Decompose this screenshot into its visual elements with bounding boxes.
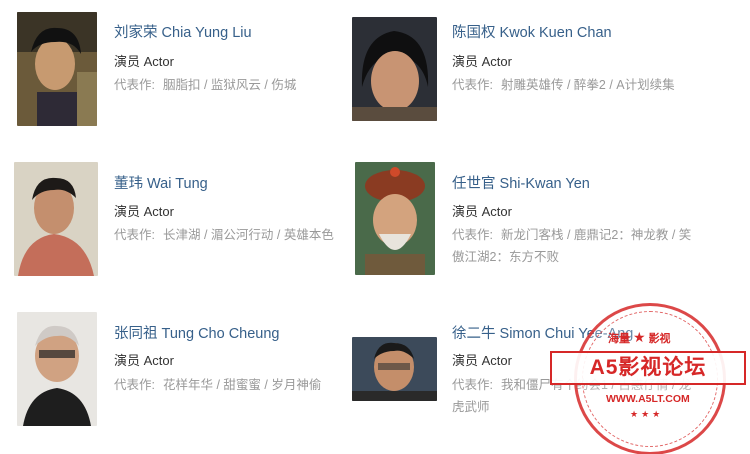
actor-photo[interactable] <box>14 162 98 276</box>
stamp-stars-icon: ★★★ <box>630 409 664 419</box>
actor-photo-image <box>352 17 437 121</box>
actor-works: 代表作: 花样年华 / 甜蜜蜜 / 岁月神偷 <box>114 374 359 396</box>
actor-name-link[interactable]: 张同祖 Tung Cho Cheung <box>114 322 280 343</box>
actor-name-link[interactable]: 陈国权 Kwok Kuen Chan <box>452 21 612 42</box>
actor-name-link[interactable]: 刘家荣 Chia Yung Liu <box>114 21 252 42</box>
actor-name-link[interactable]: 董玮 Wai Tung <box>114 172 208 193</box>
actor-photo-image <box>17 12 97 126</box>
works-list: 射雕英雄传 / 醉拳2 / A计划续集 <box>500 78 675 92</box>
actor-role: 演员 Actor <box>114 353 174 368</box>
watermark-stamp: 海量 ★ 影视 A5影视论坛 WWW.A5LT.COM ★★★ <box>546 293 750 454</box>
actor-photo-image <box>355 162 435 275</box>
works-list: 长津湖 / 湄公河行动 / 英雄本色 <box>162 228 334 242</box>
stamp-top-left: 海量 <box>608 333 630 345</box>
actor-photo[interactable] <box>352 337 437 401</box>
works-label: 代表作: <box>114 228 155 242</box>
actor-photo-image <box>14 162 98 276</box>
works-label: 代表作: <box>452 228 493 242</box>
actor-name-link[interactable]: 任世官 Shi-Kwan Yen <box>452 172 590 193</box>
stamp-top-text: 海量 ★ 影视 <box>608 329 671 346</box>
actor-works: 代表作: 长津湖 / 湄公河行动 / 英雄本色 <box>114 224 359 246</box>
actor-role: 演员 Actor <box>452 54 512 69</box>
works-label: 代表作: <box>114 78 155 92</box>
actor-photo-image <box>17 312 97 426</box>
stamp-top-right: 影视 <box>648 333 671 345</box>
actor-photo[interactable] <box>352 17 437 121</box>
actor-photo[interactable] <box>17 312 97 426</box>
actor-works: 代表作: 胭脂扣 / 监狱风云 / 伤城 <box>114 74 359 96</box>
stamp-title: A5影视论坛 <box>550 351 746 385</box>
actor-role: 演员 Actor <box>114 54 174 69</box>
actor-role: 演员 Actor <box>452 353 512 368</box>
works-label: 代表作: <box>452 78 493 92</box>
actor-photo[interactable] <box>355 162 435 275</box>
stamp-url: WWW.A5LT.COM <box>606 393 690 405</box>
works-label: 代表作: <box>114 378 155 392</box>
actor-photo-image <box>352 337 437 401</box>
works-list: 胭脂扣 / 监狱风云 / 伤城 <box>162 78 297 92</box>
actor-role: 演员 Actor <box>452 204 512 219</box>
actor-photo[interactable] <box>17 12 97 126</box>
actor-works: 代表作: 射雕英雄传 / 醉拳2 / A计划续集 <box>452 74 697 96</box>
works-label: 代表作: <box>452 378 493 392</box>
star-icon: ★ <box>633 329 646 345</box>
actor-works: 代表作: 新龙门客栈 / 鹿鼎记2：神龙教 / 笑傲江湖2：东方不败 <box>452 224 697 268</box>
actor-role: 演员 Actor <box>114 204 174 219</box>
works-list: 花样年华 / 甜蜜蜜 / 岁月神偷 <box>162 378 322 392</box>
